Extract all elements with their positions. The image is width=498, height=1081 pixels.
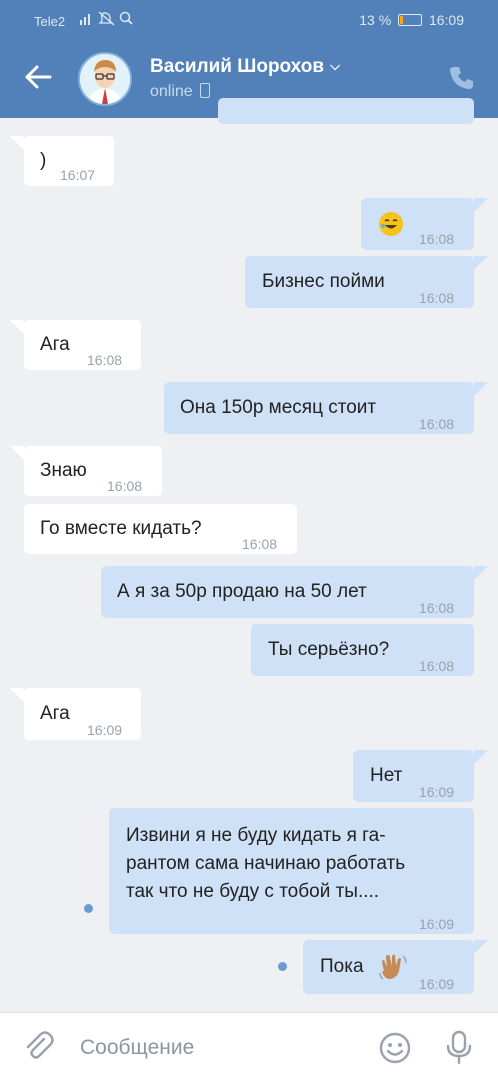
arrow-left-icon	[25, 65, 52, 89]
bubble-tail	[10, 688, 24, 702]
message-time: 16:08	[419, 658, 455, 674]
rolling-on-floor-laughing-emoji	[379, 212, 403, 236]
bubble-tail	[474, 940, 488, 954]
message-line: Извини я не буду кидать я га-	[126, 825, 386, 846]
contact-name[interactable]: Василий Шорохов ⌵	[150, 56, 340, 78]
signal-icon	[80, 11, 133, 26]
laughing-face-icon	[381, 219, 398, 229]
unread-indicator	[84, 904, 93, 913]
mobile-device-icon	[199, 83, 210, 98]
call-button[interactable]	[448, 64, 476, 92]
message-composer	[0, 1012, 498, 1081]
bubble-tail	[10, 136, 24, 150]
waving-hand-emoji	[378, 953, 408, 989]
bubble-tail	[474, 566, 488, 580]
message-bubble-partial	[218, 98, 474, 124]
voice-message-button[interactable]	[442, 1029, 476, 1067]
back-button[interactable]	[20, 62, 56, 98]
smiley-icon	[379, 1032, 411, 1064]
bubble-tail	[10, 320, 24, 334]
message-text: Нет	[370, 765, 403, 786]
message-time: 16:09	[419, 916, 455, 932]
message-text: А я за 50р продаю на 50 лет	[117, 581, 367, 602]
message-out[interactable]: Бизнес пойми 16:08	[245, 256, 474, 308]
contact-name-text: Василий Шорохов	[150, 56, 325, 77]
message-time: 16:08	[419, 416, 455, 432]
signal-icons	[78, 10, 138, 29]
phone-icon	[450, 67, 473, 89]
bubble-tail	[474, 750, 488, 764]
carrier-label: Tele2	[34, 14, 66, 29]
message-in[interactable]: Знаю 16:08	[24, 446, 162, 496]
message-time: 16:09	[419, 784, 455, 800]
bubble-tail	[474, 256, 488, 270]
message-time: 16:08	[419, 231, 455, 247]
message-time: 16:09	[419, 976, 455, 992]
bubble-tail	[10, 446, 24, 460]
message-out[interactable]: Пока 16:09	[303, 940, 474, 994]
message-text: Пока	[320, 956, 364, 977]
message-text: Она 150р месяц стоит	[180, 397, 377, 418]
message-time: 16:08	[419, 600, 455, 616]
message-text: Ага	[40, 703, 70, 724]
status-right: 13 % 16:09	[359, 12, 464, 28]
contact-status: online	[150, 83, 210, 101]
message-time: 16:08	[419, 290, 455, 306]
message-out[interactable]: Ты серьёзно? 16:08	[251, 624, 474, 676]
clock: 16:09	[428, 12, 464, 28]
message-text: Знаю	[40, 460, 87, 481]
contact-avatar[interactable]	[78, 52, 132, 106]
message-out[interactable]: Нет 16:09	[353, 750, 474, 802]
contact-status-text: online	[150, 83, 193, 100]
message-feed[interactable]: ) 16:07 16:08 Бизнес пойми 16:08 Ага 16:…	[0, 98, 498, 1012]
message-time: 16:08	[107, 478, 143, 494]
waving-hand-icon	[379, 954, 407, 980]
chevron-down-icon: ⌵	[330, 58, 340, 73]
message-in[interactable]: Го вместе кидать? 16:08	[24, 504, 297, 554]
message-time: 16:09	[87, 722, 123, 738]
bubble-tail	[474, 382, 488, 396]
message-in[interactable]: Ага 16:09	[24, 688, 141, 740]
message-time: 16:08	[87, 352, 123, 368]
message-time: 16:08	[242, 536, 278, 552]
paperclip-icon	[26, 1031, 54, 1059]
status-bar: Tele2 13 % 16:09	[0, 0, 498, 42]
message-input[interactable]	[78, 1029, 362, 1067]
battery-percent: 13 %	[359, 12, 392, 28]
message-out[interactable]: Она 150р месяц стоит 16:08	[164, 382, 474, 434]
message-text: Ты серьёзно?	[268, 639, 390, 660]
message-out[interactable]: А я за 50р продаю на 50 лет 16:08	[101, 566, 474, 618]
message-out[interactable]: Извини я не буду кидать я га- рантом сам…	[109, 808, 474, 934]
unread-indicator	[278, 962, 287, 971]
message-text: Бизнес пойми	[262, 271, 385, 292]
emoji-button[interactable]	[378, 1031, 412, 1065]
avatar-illustration	[80, 54, 130, 104]
message-text: Ага	[40, 334, 70, 355]
bubble-tail	[474, 198, 488, 212]
microphone-icon	[446, 1030, 472, 1065]
battery-fill	[400, 16, 404, 24]
message-in[interactable]: ) 16:07	[24, 136, 114, 186]
message-in[interactable]: Ага 16:08	[24, 320, 141, 370]
message-out[interactable]: 16:08	[361, 198, 474, 250]
message-text: Го вместе кидать?	[40, 518, 202, 539]
message-line: так что не буду с тобой ты....	[126, 881, 380, 902]
message-line: рантом сама начинаю работать	[126, 853, 406, 874]
attach-button[interactable]	[22, 1031, 56, 1065]
message-time: 16:07	[60, 167, 96, 183]
message-text: Извини я не буду кидать я га- рантом сам…	[126, 822, 405, 906]
message-text: )	[40, 150, 47, 171]
battery-icon	[398, 14, 423, 26]
